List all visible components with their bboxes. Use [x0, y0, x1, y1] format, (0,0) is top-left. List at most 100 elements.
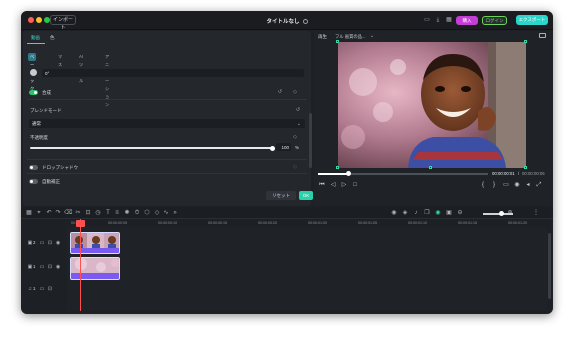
play-icon[interactable]: ▷ — [340, 181, 348, 189]
purchase-button[interactable]: 購入 — [456, 16, 478, 25]
stop-icon[interactable]: □ — [351, 181, 359, 189]
timer-icon[interactable]: ⏱ — [133, 209, 141, 217]
layers-icon[interactable]: ❐ — [423, 209, 431, 217]
subtab-mask[interactable]: マスク — [58, 53, 62, 75]
camera-icon[interactable]: ◉ — [513, 181, 521, 189]
speed-icon[interactable]: ◷ — [94, 209, 102, 217]
download-icon[interactable]: ⤓ — [434, 16, 442, 24]
text-icon[interactable]: T — [104, 209, 112, 217]
select-tool-icon[interactable]: ⌖ — [35, 209, 43, 217]
clip-thumbnail — [71, 233, 119, 248]
more-icon[interactable]: » — [171, 209, 179, 217]
timeline-menu-icon[interactable]: ⋮ — [532, 209, 540, 217]
opacity-input[interactable]: 100 — [276, 143, 291, 151]
preview-panel: 再生 フル 画質の品... ⌄ 00:00:00:01 / 00:00:00:0… — [314, 31, 551, 206]
opacity-slider-knob[interactable] — [269, 145, 275, 151]
adjust-icon[interactable]: ≡ — [113, 209, 121, 217]
export-button[interactable]: エクスポート — [516, 15, 548, 25]
lock-icon[interactable]: ⊡ — [47, 264, 53, 270]
crop-handle[interactable] — [336, 40, 339, 43]
keyframe-icon[interactable]: ◇ — [153, 209, 161, 217]
color-icon[interactable]: ✺ — [123, 209, 131, 217]
track-header-audio-1: ♫ 1 ▭ ⊡ — [21, 281, 67, 305]
ai-icon[interactable]: ◉ — [434, 209, 442, 217]
crop-handle[interactable] — [336, 166, 339, 169]
zoom-slider[interactable] — [483, 213, 513, 215]
mic-icon[interactable]: ♪ — [412, 209, 420, 217]
subtab-animation[interactable]: アニメーション — [105, 53, 109, 107]
time-separator: / — [518, 171, 520, 176]
crop-handle[interactable] — [429, 166, 432, 169]
player-tab[interactable]: 再生 — [318, 34, 327, 40]
crop-icon[interactable]: ⊡ — [84, 209, 92, 217]
shield-icon[interactable]: ◈ — [401, 209, 409, 217]
video-clip-track-2[interactable] — [70, 232, 120, 254]
prev-frame-icon[interactable]: ⏮ — [318, 181, 326, 189]
subtab-basic[interactable]: ベーシック — [28, 53, 37, 91]
track-number: 1 — [33, 286, 36, 291]
auto-correct-toggle[interactable] — [29, 179, 38, 184]
video-clip-track-1[interactable] — [70, 257, 120, 280]
fullscreen-icon[interactable]: ⤢ — [535, 181, 543, 189]
opacity-slider[interactable] — [30, 147, 272, 149]
blend-mode-dropdown[interactable]: 通常 ⌄ — [29, 119, 305, 128]
audio-wave-icon[interactable]: ∿ — [162, 209, 170, 217]
timeline-tracks[interactable] — [67, 227, 547, 311]
quality-chevron-icon[interactable]: ⌄ — [370, 33, 374, 39]
image-icon[interactable]: ▣ — [445, 209, 453, 217]
section-divider — [27, 173, 307, 174]
monitor-icon[interactable]: ▭ — [423, 16, 431, 24]
login-button[interactable]: ログイン — [482, 16, 507, 25]
section-divider — [27, 159, 307, 160]
compositing-toggle[interactable] — [29, 90, 38, 95]
subtab-ai-tools[interactable]: AIツール — [79, 53, 83, 83]
property-scrollbar[interactable] — [309, 113, 312, 168]
mark-out-icon[interactable]: } — [490, 181, 498, 189]
ok-button[interactable]: OK — [299, 191, 313, 200]
keyframe-diamond-icon[interactable]: ◇ — [292, 89, 298, 95]
playback-scrubber[interactable] — [346, 171, 352, 176]
cut-icon[interactable]: ✂ — [74, 209, 82, 217]
playback-progress[interactable] — [318, 171, 488, 176]
lock-icon[interactable]: ⊡ — [47, 286, 53, 292]
rotation-field[interactable]: 0° — [42, 69, 304, 77]
chevron-down-icon: ⌄ — [296, 120, 301, 127]
step-back-icon[interactable]: ◁ — [329, 181, 337, 189]
delete-icon[interactable]: ⌫ — [64, 209, 72, 217]
quality-select[interactable]: フル 画質の品... — [335, 34, 366, 40]
playhead[interactable] — [80, 219, 81, 311]
folder-icon[interactable]: ▭ — [39, 264, 45, 270]
volume-icon[interactable]: ◂ — [524, 181, 532, 189]
display-icon[interactable]: ▭ — [502, 181, 510, 189]
folder-icon[interactable]: ▭ — [39, 240, 45, 246]
snapshot-icon[interactable] — [539, 33, 546, 38]
tab-video[interactable]: 動画 — [31, 35, 40, 41]
zoom-out-icon[interactable]: ⊖ — [456, 209, 464, 217]
grid-icon[interactable]: ▦ — [445, 16, 453, 24]
ruler-tick: 00:00:00:05 — [108, 221, 127, 225]
undo-icon[interactable]: ↶ — [45, 209, 53, 217]
crop-handle[interactable] — [524, 166, 527, 169]
drop-shadow-toggle[interactable] — [29, 165, 38, 170]
project-title-text: タイトルなし — [266, 19, 300, 25]
redo-icon[interactable]: ↷ — [54, 209, 62, 217]
reset-icon[interactable]: ↺ — [277, 89, 283, 95]
folder-icon[interactable]: ▭ — [39, 286, 45, 292]
rotation-dial-icon[interactable] — [30, 69, 37, 76]
opacity-keyframe-icon[interactable]: ◇ — [292, 134, 298, 140]
eye-icon[interactable]: ◉ — [55, 240, 61, 246]
mark-in-icon[interactable]: { — [479, 181, 487, 189]
zoom-slider-knob[interactable] — [499, 211, 504, 216]
eye-icon[interactable]: ◉ — [55, 264, 61, 270]
tab-color[interactable]: 色 — [50, 35, 55, 41]
timeline-scrollbar[interactable] — [548, 233, 551, 299]
transform-icon[interactable]: ⬡ — [143, 209, 151, 217]
drop-shadow-keyframe-icon[interactable]: ◇ — [292, 164, 298, 170]
render-icon[interactable]: ◉ — [390, 209, 398, 217]
lock-icon[interactable]: ⊡ — [47, 240, 53, 246]
layout-icon[interactable]: ▦ — [25, 209, 33, 217]
blend-reset-icon[interactable]: ↺ — [295, 107, 301, 113]
reset-button[interactable]: リセット — [266, 191, 296, 200]
timeline-ruler[interactable]: 00:00 00:00:00:05 00:00:00:10 00:00:00:1… — [21, 219, 553, 227]
crop-handle[interactable] — [524, 40, 527, 43]
